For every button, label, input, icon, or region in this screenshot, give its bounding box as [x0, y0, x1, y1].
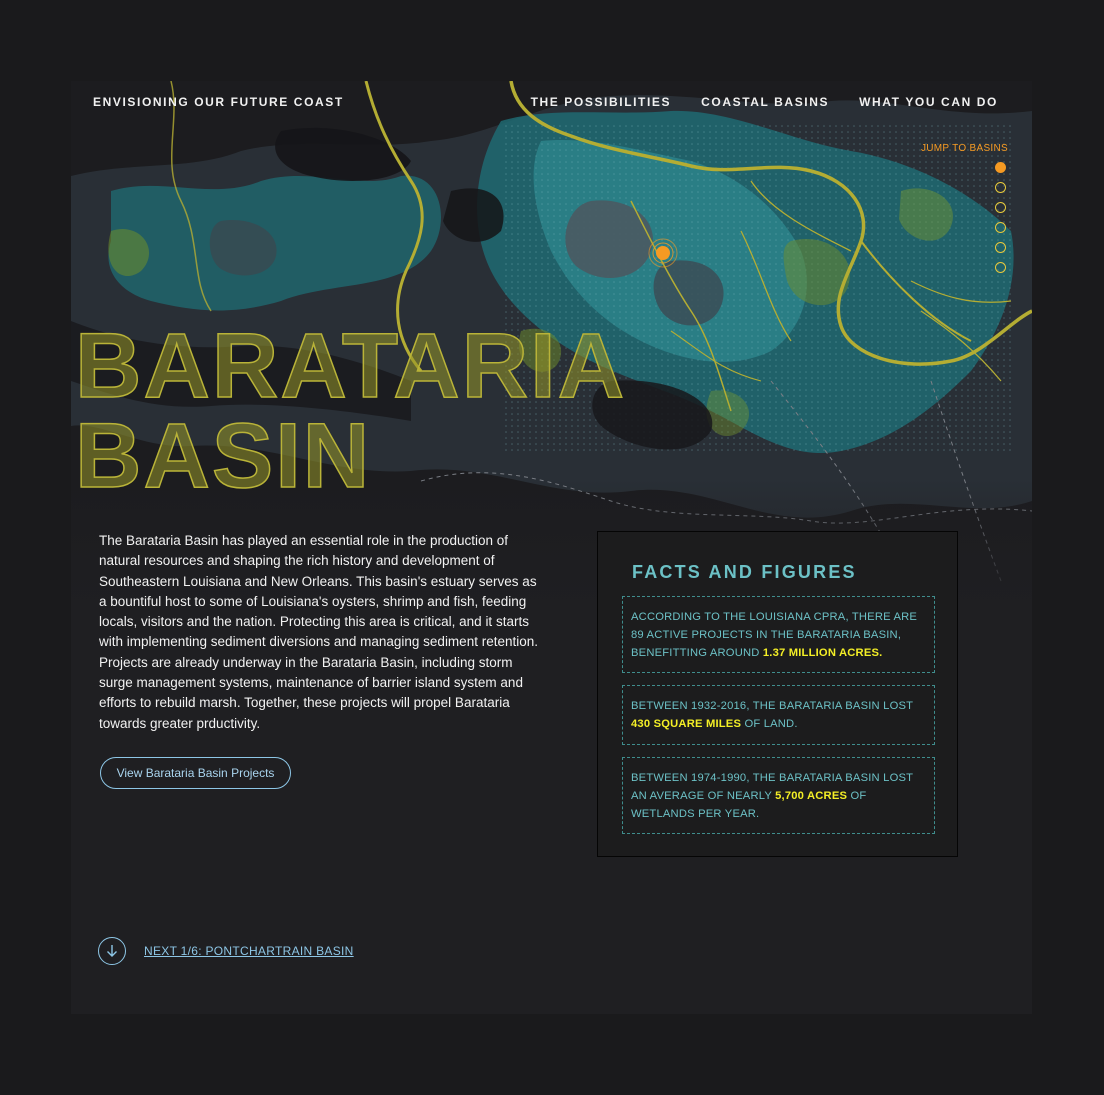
- fact-text: Between 1932-2016, the Barataria Basin l…: [631, 700, 913, 712]
- facts-title: FACTS AND FIGURES: [632, 562, 857, 582]
- nav-link-what-you-can-do[interactable]: WHAT YOU CAN DO: [859, 95, 998, 109]
- fact-card: Between 1974-1990, the Barataria Basin l…: [622, 757, 935, 834]
- facts-panel: FACTS AND FIGURES According to the Louis…: [597, 531, 958, 857]
- main-nav: THE POSSIBILITIES COASTAL BASINS WHAT YO…: [531, 95, 998, 109]
- jump-to-basins-label: JUMP TO BASINS: [920, 143, 1008, 154]
- basin-dot-3[interactable]: [995, 202, 1006, 213]
- basin-dot-4[interactable]: [995, 222, 1006, 233]
- basin-dot-2[interactable]: [995, 182, 1006, 193]
- basin-dot-6[interactable]: [995, 262, 1006, 273]
- fact-card: According to the Louisiana CPRA, there a…: [622, 596, 935, 673]
- nav-link-coastal-basins[interactable]: COASTAL BASINS: [701, 95, 829, 109]
- fact-text: Between 1974-1990, the Barataria Basin l…: [631, 771, 913, 802]
- basin-pager: [995, 162, 1006, 273]
- next-basin-link[interactable]: NEXT 1/6: PONTCHARTRAIN BASIN: [98, 937, 354, 965]
- basin-description: The Barataria Basin has played an essent…: [99, 533, 538, 731]
- fact-highlight: 5,700 acres: [775, 789, 848, 802]
- fact-highlight: 1.37 million acres.: [762, 646, 883, 659]
- fact-text: of land.: [741, 718, 798, 730]
- nav-link-possibilities[interactable]: THE POSSIBILITIES: [531, 95, 672, 109]
- site-brand[interactable]: ENVISIONING OUR FUTURE COAST: [93, 95, 344, 109]
- page-frame: ENVISIONING OUR FUTURE COAST THE POSSIBI…: [71, 81, 1032, 1014]
- title-line-2: BASIN: [74, 405, 372, 507]
- fact-highlight: 430 square miles: [631, 718, 742, 730]
- basin-dot-5[interactable]: [995, 242, 1006, 253]
- title-line-1: BARATARIA: [74, 315, 627, 417]
- fact-card: Between 1932-2016, the Barataria Basin l…: [622, 685, 935, 745]
- basin-dot-1[interactable]: [995, 162, 1006, 173]
- next-basin-label[interactable]: NEXT 1/6: PONTCHARTRAIN BASIN: [144, 944, 354, 958]
- page-title: BARATARIA BASIN: [74, 319, 626, 503]
- arrow-down-icon[interactable]: [98, 937, 126, 965]
- view-projects-button[interactable]: View Barataria Basin Projects: [100, 757, 291, 789]
